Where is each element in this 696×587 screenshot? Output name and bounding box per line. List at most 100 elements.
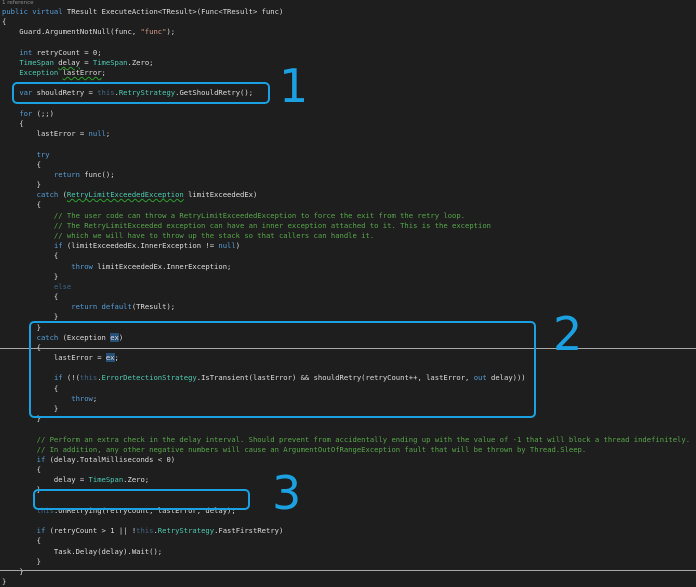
code-token: return — [53, 169, 80, 179]
code-token: { — [2, 159, 41, 169]
code-line[interactable]: { — [2, 118, 24, 129]
code-token: for — [19, 108, 33, 118]
callout-number-1: 1 — [279, 59, 309, 113]
code-token: null — [218, 241, 236, 251]
code-token: TimeSpan — [88, 475, 124, 485]
code-token: { — [2, 536, 41, 546]
code-token: lastError — [62, 68, 102, 78]
code-token: throw — [71, 261, 93, 271]
code-token: .Zero; — [127, 57, 154, 67]
code-token: // which we will have to throw up the st… — [2, 230, 375, 240]
code-line[interactable]: // which we will have to throw up the st… — [2, 231, 374, 241]
code-line[interactable]: public virtual TResult ExecuteAction<TRe… — [2, 7, 283, 17]
code-line[interactable]: // The RetryLimitExceeded exception can … — [2, 221, 491, 231]
code-token: { — [2, 465, 41, 475]
code-token: ) — [235, 241, 241, 251]
code-line[interactable]: else — [2, 282, 71, 292]
callout-number-2: 2 — [553, 307, 583, 361]
code-token: delay — [58, 57, 80, 67]
code-token: public — [2, 7, 33, 16]
code-line[interactable]: Guard.ArgumentNotNull(func, "func"); — [2, 27, 175, 37]
code-token: (TResult); — [131, 302, 176, 312]
code-token: .Zero; — [123, 475, 150, 485]
code-line[interactable]: Task.Delay(delay).Wait(); — [2, 547, 162, 557]
code-token: if — [36, 454, 46, 464]
code-token: catch — [36, 190, 59, 200]
code-line[interactable]: // In addition, any other negative numbe… — [2, 444, 587, 455]
code-line[interactable]: { — [2, 17, 6, 27]
code-token: } — [2, 180, 41, 190]
code-token: try — [36, 149, 50, 159]
code-token: { — [2, 17, 7, 27]
code-token: } — [2, 271, 59, 281]
code-line[interactable]: { — [2, 200, 41, 210]
code-line[interactable]: } — [2, 577, 6, 587]
code-line[interactable]: } — [2, 557, 41, 567]
code-token: this — [136, 526, 154, 536]
code-line[interactable]: TimeSpan delay = TimeSpan.Zero; — [2, 58, 153, 68]
code-line[interactable]: } — [2, 180, 41, 190]
code-token: // In addition, any other negative numbe… — [2, 444, 587, 454]
code-line[interactable]: return func(); — [2, 170, 115, 180]
code-token: (limitExceededEx.InnerException != — [62, 241, 219, 251]
code-line[interactable]: catch (RetryLimitExceededException limit… — [2, 190, 258, 200]
code-token: // Perform an extra check in the delay i… — [2, 434, 691, 444]
callout-box-2 — [29, 321, 536, 418]
code-editor[interactable]: 1 reference public virtual TResult Execu… — [0, 0, 696, 586]
code-token: TResult ExecuteAction<TResult>(Func<TRes… — [66, 7, 284, 16]
code-token: Task.Delay(delay).Wait(); — [2, 546, 163, 556]
code-token: ( — [58, 190, 67, 200]
code-line[interactable]: for (;;) — [2, 109, 54, 119]
code-token: { — [2, 251, 59, 261]
code-line[interactable]: delay = TimeSpan.Zero; — [2, 475, 149, 485]
code-token: ); — [166, 27, 176, 37]
code-token: func(); — [79, 169, 115, 179]
code-token: { — [2, 118, 24, 128]
code-token: .FastFirstRetry) — [214, 526, 284, 536]
code-line[interactable]: return default(TResult); — [2, 302, 175, 312]
code-line[interactable]: try — [2, 150, 50, 160]
code-token: { — [2, 292, 59, 302]
code-token: else — [53, 281, 72, 291]
code-line[interactable]: { — [2, 292, 58, 302]
code-token: (;;) — [32, 108, 54, 118]
code-line[interactable]: { — [2, 251, 58, 261]
code-token: (retryCount > 1 || ! — [45, 526, 137, 536]
code-line[interactable]: if (delay.TotalMilliseconds < 0) — [2, 455, 175, 465]
reference-count-lens[interactable]: 1 reference — [2, 0, 34, 6]
code-token: (delay.TotalMilliseconds < 0) — [45, 454, 176, 464]
code-line[interactable]: int retryCount = 0; — [2, 47, 102, 58]
code-line[interactable]: Exception lastError; — [2, 68, 106, 78]
code-line[interactable]: } — [2, 272, 58, 282]
code-line[interactable]: { — [2, 465, 41, 475]
code-token: } — [2, 556, 41, 566]
code-token: "func" — [140, 27, 167, 37]
code-line[interactable]: if (limitExceededEx.InnerException != nu… — [2, 241, 240, 251]
code-line[interactable]: { — [2, 536, 41, 546]
code-token: retryCount = 0; — [32, 47, 102, 57]
code-line[interactable]: // Perform an extra check in the delay i… — [2, 435, 690, 445]
code-token: ; — [105, 129, 111, 139]
callout-number-3: 3 — [272, 466, 302, 520]
code-line[interactable]: lastError = null; — [2, 129, 111, 139]
code-line[interactable]: { — [2, 160, 41, 170]
code-token: int — [19, 47, 33, 57]
code-token: virtual — [32, 7, 67, 16]
code-line[interactable]: throw limitExceededEx.InnerException; — [2, 262, 231, 272]
code-token: RetryLimitExceededException — [66, 190, 184, 200]
code-token: = — [79, 57, 93, 67]
code-line[interactable]: if (retryCount > 1 || !this.RetryStrateg… — [2, 526, 284, 536]
code-token: TimeSpan — [92, 57, 128, 67]
code-line[interactable]: // The user code can throw a RetryLimitE… — [2, 211, 465, 221]
code-line[interactable]: } — [2, 567, 23, 577]
